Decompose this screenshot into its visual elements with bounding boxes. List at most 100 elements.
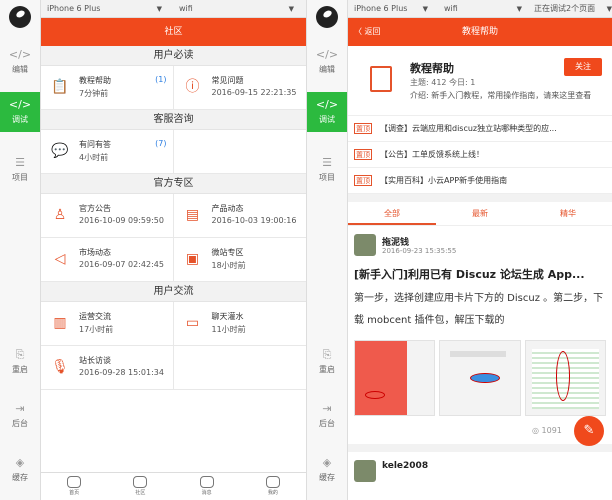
app-logo-icon [9, 6, 31, 28]
rail-project[interactable]: ☰ 项目 [0, 150, 40, 190]
message-icon: ▭ [185, 315, 200, 331]
forum-grid: ♙ 官方公告 2016-10-09 09:59:50 ▤ 产品动态 2016-10-03… [41, 194, 306, 282]
forum-count: (1) [155, 75, 167, 84]
forum-cell[interactable]: ◁ 市场动态 2016-09-07 02:42:45 [41, 238, 174, 282]
rail-debug[interactable]: </> 调试 [307, 92, 347, 132]
bottom-tabbar: 首页 社区 消息 我的 [41, 472, 306, 500]
thumbnail-image[interactable] [524, 340, 606, 416]
tab-latest[interactable]: 最新 [436, 202, 524, 225]
tab-featured[interactable]: 精华 [524, 202, 612, 225]
thread-card[interactable]: 拖泥钱 2016-09-23 15:35:55 [新手入门]利用已有 Discu… [348, 226, 612, 446]
post-author: kele2008 [382, 461, 429, 471]
forum-time: 18小时前 [211, 261, 246, 270]
tool-rail: </> 编辑 </> 调试 ☰ 项目 ⎘ 重启 ⇥ 后台 ◈ 缓存 [0, 0, 41, 500]
avatar [354, 234, 376, 256]
forum-cell[interactable]: 🎙 站长访谈 2016-09-28 15:01:34 [41, 346, 174, 390]
red-circle-mark [365, 391, 385, 399]
tab-home[interactable]: 首页 [41, 473, 107, 500]
debug-page-select[interactable]: 正在调试2个页面 ▼ [534, 3, 612, 15]
rail-restart[interactable]: ⎘ 重启 [0, 342, 40, 382]
network-select[interactable]: wifi ▼ [179, 3, 294, 15]
forum-cell[interactable]: ⓘ 常见问题 2016-09-15 22:21:35 [173, 66, 306, 110]
pinned-badge: 置顶 [354, 175, 372, 186]
rail-project[interactable]: ☰ 项目 [307, 150, 347, 190]
forum-cell[interactable]: ▣ 微站专区 18小时前 [173, 238, 306, 282]
cache-icon: ◈ [15, 456, 25, 469]
tool-rail: </> 编辑 </> 调试 ☰ 项目 ⎘ 重启 ⇥ 后台 ◈ 缓存 [307, 0, 348, 500]
debug-page-value: 正在调试2个页面 [534, 4, 596, 13]
chat-icon [133, 476, 148, 488]
forum-cell[interactable]: ▭ 聊天灌水 11小时前 [173, 302, 306, 346]
forum-time: 2016-09-07 02:42:45 [79, 260, 164, 269]
back-button[interactable]: 〈 返回 [354, 18, 381, 46]
code-icon: </> [315, 98, 339, 111]
tab-all[interactable]: 全部 [348, 202, 436, 225]
forum-time: 2016-09-15 22:21:35 [211, 88, 297, 97]
rail-edit[interactable]: </> 编辑 [307, 42, 347, 82]
forum-cell[interactable]: ♙ 官方公告 2016-10-09 09:59:50 [41, 194, 174, 238]
rail-background[interactable]: ⇥ 后台 [0, 396, 40, 436]
book-icon [370, 66, 392, 92]
thumbnail-image[interactable] [439, 340, 521, 416]
pinned-thread[interactable]: 置顶 【公告】工单反馈系统上线！ [348, 142, 612, 168]
rail-restart[interactable]: ⎘ 重启 [307, 342, 347, 382]
rail-edit-label: 编辑 [319, 65, 335, 74]
background-icon: ⇥ [322, 402, 332, 415]
forum-name: 微站专区 [211, 248, 244, 257]
forum-title: 教程帮助 [410, 62, 454, 75]
tab-label: 社区 [135, 490, 146, 496]
phone-screen: 〈 返回 教程帮助 教程帮助 主题: 412 今日: 1 介绍: 新手入门教程，… [348, 18, 612, 500]
phone-screen: 社区 用户必读 📋 教程帮助 7分钟前 (1) ⓘ 常见问题 2016-09-15 22:… [41, 18, 306, 500]
compose-button[interactable]: ✎ [574, 416, 604, 446]
rail-debug-label: 调试 [12, 115, 28, 124]
user-icon [265, 476, 280, 488]
page-title: 社区 [164, 27, 183, 37]
question-icon: ⓘ [185, 79, 200, 95]
rail-restart-label: 重启 [319, 365, 335, 374]
device-select[interactable]: iPhone 6 Plus ▼ [47, 3, 162, 15]
thread-card[interactable]: kele2008 [348, 452, 612, 492]
tab-community[interactable]: 社区 [107, 473, 173, 500]
rail-background-label: 后台 [319, 419, 335, 428]
rail-cache-label: 缓存 [319, 473, 335, 482]
follow-button[interactable]: 关注 [564, 58, 602, 76]
forum-cell[interactable]: 💬 有问有答 4小时前 (7) [41, 130, 174, 174]
microphone-icon: 🎙 [51, 359, 69, 375]
tab-label: 首页 [69, 490, 80, 496]
tab-messages[interactable]: 消息 [174, 473, 240, 500]
section-title: 客服咨询 [41, 110, 306, 130]
megaphone-icon: ◁ [54, 251, 66, 267]
rail-background[interactable]: ⇥ 后台 [307, 396, 347, 436]
device-select-value: iPhone 6 Plus [47, 4, 101, 13]
forum-cell[interactable]: 📋 教程帮助 7分钟前 (1) [41, 66, 174, 110]
divider [348, 194, 612, 202]
rail-debug[interactable]: </> 调试 [0, 92, 40, 132]
device-select[interactable]: iPhone 6 Plus ▼ [354, 3, 428, 15]
tab-label: 消息 [201, 490, 212, 496]
rail-edit[interactable]: </> 编辑 [0, 42, 40, 82]
forum-time: 4小时前 [79, 153, 109, 162]
tab-me[interactable]: 我的 [240, 473, 306, 500]
user-icon: ♙ [53, 207, 67, 223]
device-toolbar: iPhone 6 Plus ▼ wifi ▼ 正在调试2个页面 ▼ [348, 0, 612, 18]
rail-debug-label: 调试 [319, 115, 335, 124]
rail-cache[interactable]: ◈ 缓存 [0, 450, 40, 490]
list-icon: ☰ [15, 156, 25, 169]
document-icon: ▤ [185, 207, 200, 223]
forum-cell[interactable]: ▥ 运营交流 17小时前 [41, 302, 174, 346]
forum-cell[interactable]: ▤ 产品动态 2016-10-03 19:00:16 [173, 194, 306, 238]
post-excerpt: 第一步，选择创建应用卡片下方的 Discuz 。第二步，下载 mobcent 插… [354, 293, 604, 326]
thumbnail-image[interactable] [354, 340, 436, 416]
rail-project-label: 项目 [319, 173, 335, 182]
thumbnail-line [450, 351, 507, 357]
network-select[interactable]: wifi ▼ [444, 3, 522, 15]
view-count-value: 1091 [541, 426, 562, 435]
code-icon: </> [8, 98, 32, 111]
code-icon: </> [8, 48, 32, 61]
post-title: [新手入门]利用已有 Discuz 论坛生成 App... [354, 268, 585, 281]
pinned-thread[interactable]: 置顶 【调查】云端应用和discuz独立站哪种类型的应... [348, 116, 612, 142]
tab-label: 我的 [267, 490, 278, 496]
rail-cache[interactable]: ◈ 缓存 [307, 450, 347, 490]
pinned-thread[interactable]: 置顶 【实用百科】小云APP新手使用指南 [348, 168, 612, 194]
rail-edit-label: 编辑 [12, 65, 28, 74]
